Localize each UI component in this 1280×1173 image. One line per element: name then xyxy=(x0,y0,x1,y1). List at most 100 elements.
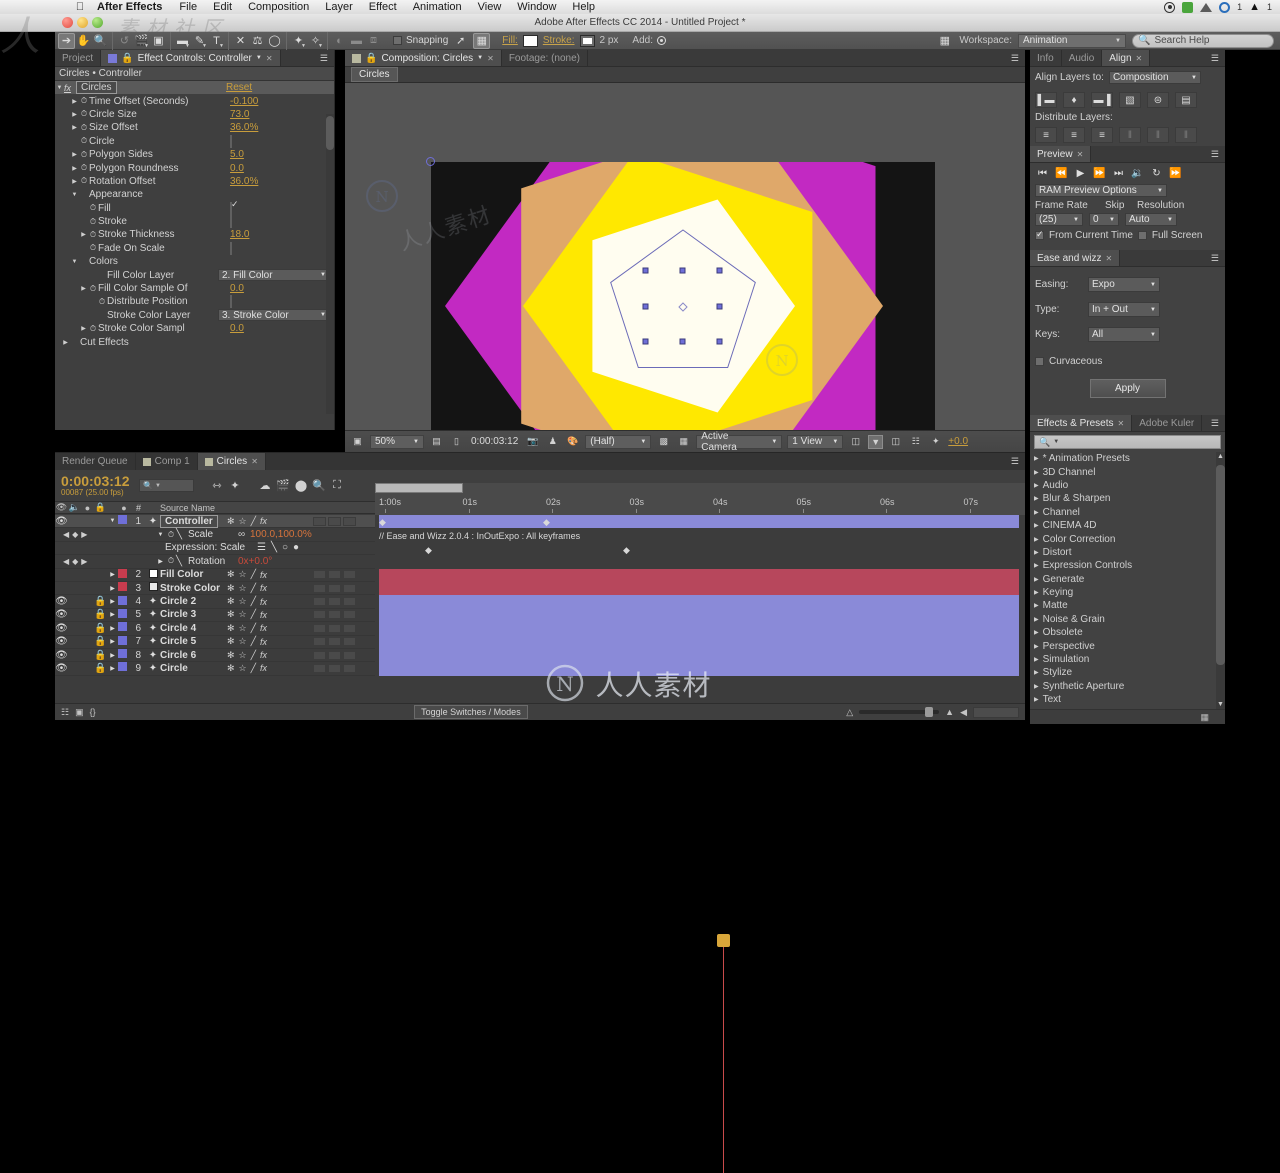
ram-preview-options-dropdown[interactable]: RAM Preview Options ▼ xyxy=(1035,184,1167,197)
expression-icon[interactable]: {} xyxy=(90,707,96,717)
panel-menu-icon[interactable]: ☰ xyxy=(1205,250,1225,266)
adobe-icon[interactable]: ▲ xyxy=(1249,1,1260,13)
skip-dropdown[interactable]: 0 ▼ xyxy=(1089,213,1119,226)
composition-mini-flowchart-icon[interactable]: ⇿ xyxy=(208,478,226,494)
layer-name[interactable]: Circle 3 xyxy=(160,609,196,620)
effect-param-value[interactable]: -0.100 xyxy=(230,96,330,107)
layer-switches[interactable]: ✻ ☆ ╱ fx xyxy=(227,663,313,674)
play-icon[interactable]: ▶ xyxy=(1072,166,1089,181)
collapse-icon[interactable]: ☆ xyxy=(239,583,247,594)
effect-param-value[interactable]: 0.0 xyxy=(230,323,330,334)
disclosure-triangle-icon[interactable]: ▶ xyxy=(70,178,79,185)
tab-preview[interactable]: Preview ✕ xyxy=(1030,146,1092,162)
timeline-layer-bar[interactable] xyxy=(379,582,1019,596)
keyframe-navigator[interactable]: ◀◆▶ xyxy=(63,557,97,566)
shy-icon[interactable]: ✻ xyxy=(227,636,235,647)
quality-icon[interactable]: ╱ xyxy=(251,583,256,594)
magnification-icon[interactable]: ▣ xyxy=(350,435,365,449)
fx-icon[interactable]: fx xyxy=(260,637,267,647)
menu-help[interactable]: Help xyxy=(572,1,595,13)
resolution-dropdown[interactable]: Auto ▼ xyxy=(1125,213,1177,226)
new-folder-icon[interactable]: ▦ xyxy=(1200,712,1209,723)
timeline-layer-row[interactable]: 👁 🔒 ▶ 5 ✦ Circle 3 ✻ ☆ ╱ fx xyxy=(55,608,375,623)
collapse-icon[interactable]: ☆ xyxy=(239,636,247,647)
disclosure-triangle-icon[interactable]: ▶ xyxy=(1034,669,1039,676)
effect-param-row[interactable]: ▶ ⏱ Polygon Roundness 0.0 xyxy=(55,161,334,174)
comp-flowchart-icon[interactable]: ☷ xyxy=(61,707,69,718)
collapse-icon[interactable]: ☆ xyxy=(239,569,247,580)
stopwatch-icon[interactable]: ⏱ xyxy=(88,217,98,227)
exposure-value[interactable]: +0.0 xyxy=(948,436,968,447)
stopwatch-icon[interactable]: ⏱ xyxy=(88,203,98,213)
views-dropdown[interactable]: 1 View ▼ xyxy=(787,434,844,449)
panel-menu-icon[interactable]: ☰ xyxy=(314,50,334,66)
menu-animation[interactable]: Animation xyxy=(413,1,462,13)
tab-circles[interactable]: Circles ✕ xyxy=(197,453,266,470)
menu-view[interactable]: View xyxy=(478,1,502,13)
align-center-h-icon[interactable]: ♦ xyxy=(1063,92,1085,108)
effect-param-row[interactable]: ⏱ Fade On Scale xyxy=(55,241,334,255)
timeline-layer-bar[interactable] xyxy=(379,595,1019,609)
timeline-layer-bar[interactable] xyxy=(379,608,1019,623)
from-current-time-checkbox[interactable] xyxy=(1035,229,1044,240)
scrollbar-thumb[interactable] xyxy=(326,116,334,150)
distribute-hcenter-icon[interactable]: ‖ xyxy=(1147,127,1169,143)
mode-cell[interactable] xyxy=(343,570,356,580)
timeline-graph-area[interactable]: // Ease and Wizz 2.0.4 : InOutExpo : All… xyxy=(375,515,1025,705)
layer-disclosure-triangle-icon[interactable]: ▶ xyxy=(107,585,118,592)
collapse-icon[interactable]: ☆ xyxy=(239,516,247,527)
disclosure-triangle-icon[interactable]: ▶ xyxy=(1034,643,1039,650)
disclosure-triangle-icon[interactable]: ▶ xyxy=(1034,589,1039,596)
exposure-icon[interactable]: ✦ xyxy=(928,435,943,449)
effect-param-checkbox[interactable] xyxy=(230,295,232,309)
layer-visibility-toggle[interactable]: 👁 xyxy=(55,623,68,634)
effects-category-row[interactable]: ▶ Obsolete xyxy=(1030,626,1225,639)
layer-switches[interactable]: ✻ ☆ ╱ fx xyxy=(227,569,313,580)
disclosure-triangle-icon[interactable]: ▶ xyxy=(79,285,88,292)
mode-cell[interactable] xyxy=(313,663,326,673)
close-icon[interactable]: ✕ xyxy=(1118,419,1125,428)
effect-param-dropdown[interactable]: 3. Stroke Color ▼ xyxy=(218,309,330,322)
quality-icon[interactable]: ╱ xyxy=(251,663,256,674)
layer-name[interactable]: Circle 6 xyxy=(160,650,196,661)
disclosure-triangle-icon[interactable]: ▶ xyxy=(61,339,70,346)
loop-icon[interactable]: ↻ xyxy=(1148,166,1165,181)
tab-footage[interactable]: Footage: (none) xyxy=(502,50,588,66)
snapshot-icon[interactable]: 📷 xyxy=(525,435,540,449)
layer-switches[interactable]: ✻ ☆ ╱ fx xyxy=(227,516,313,527)
layer-name[interactable]: Circle 5 xyxy=(160,636,196,647)
property-disclosure-triangle-icon[interactable]: ▶ xyxy=(155,558,166,565)
timeline-layer-row[interactable]: 👁 🔒 ▶ 4 ✦ Circle 2 ✻ ☆ ╱ fx xyxy=(55,595,375,609)
layer-modes[interactable] xyxy=(313,597,375,607)
channel-icon[interactable]: 🎨 xyxy=(565,435,580,449)
effect-header-row[interactable]: ▼ fx Circles Reset xyxy=(55,81,334,95)
disclosure-triangle-icon[interactable]: ▶ xyxy=(1034,469,1039,476)
effects-scrollbar[interactable]: ▲ ▼ xyxy=(1216,452,1225,709)
mode-cell[interactable] xyxy=(343,583,356,593)
layer-switches[interactable]: ✻ ☆ ╱ fx xyxy=(227,609,313,620)
fx-icon[interactable]: fx xyxy=(260,610,267,620)
effect-param-checkbox[interactable] xyxy=(230,134,232,148)
layer-disclosure-triangle-icon[interactable]: ▶ xyxy=(107,625,118,632)
stopwatch-icon[interactable]: ⏱ xyxy=(166,556,176,566)
effect-param-row[interactable]: Stroke Color Layer 3. Stroke Color ▼ xyxy=(55,309,334,322)
mode-cell[interactable] xyxy=(328,583,341,593)
zoom-in-icon[interactable]: ▲ xyxy=(945,707,954,717)
menu-composition[interactable]: Composition xyxy=(248,1,309,13)
lock-icon[interactable]: 🔒 xyxy=(121,53,133,64)
composition-stage[interactable]: N N 人人素材 xyxy=(345,83,1025,455)
mode-cell[interactable] xyxy=(328,637,341,647)
snapping-group[interactable]: Snapping ➚ ▦ xyxy=(385,32,491,49)
tab-composition-circles[interactable]: 🔒 Composition: Circles ▼ ✕ xyxy=(345,50,502,66)
keyframe-marker[interactable]: ◆ xyxy=(425,545,432,556)
effects-category-row[interactable]: ▶ Perspective xyxy=(1030,639,1225,652)
shy-icon[interactable]: ✻ xyxy=(227,596,235,607)
timeline-layer-row[interactable]: 👁 🔒 ▶ 9 ✦ Circle ✻ ☆ ╱ fx xyxy=(55,662,375,676)
brainstorm-icon[interactable]: ⛶ xyxy=(328,478,346,494)
draft-3d-icon[interactable]: ✦ xyxy=(226,478,244,494)
effects-category-row[interactable]: ▶ Color Correction xyxy=(1030,532,1225,545)
close-icon[interactable]: ✕ xyxy=(487,54,494,63)
layer-name[interactable]: Circle 2 xyxy=(160,596,196,607)
layer-modes[interactable] xyxy=(313,663,375,673)
effect-param-value[interactable]: 73.0 xyxy=(230,109,330,120)
